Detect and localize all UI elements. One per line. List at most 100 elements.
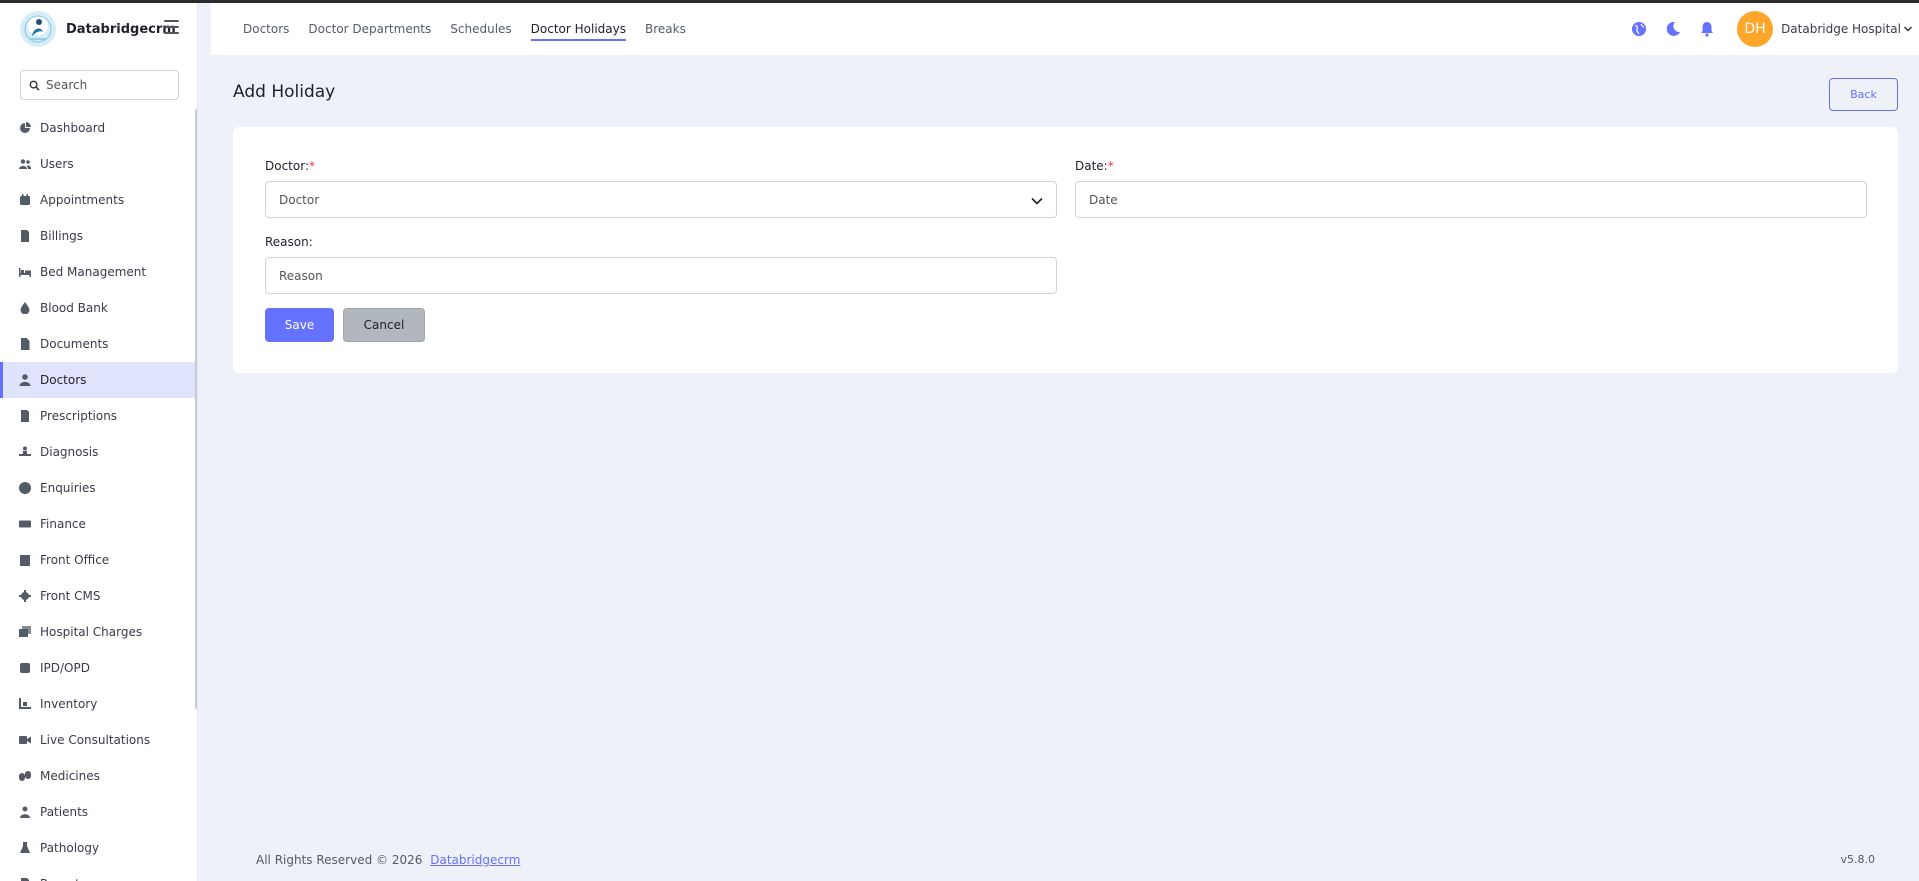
blood-drop-icon [19, 302, 31, 314]
sidebar-item-label: Diagnosis [40, 445, 99, 459]
moon-icon[interactable] [1665, 21, 1681, 37]
sidebar-item-live-consultations[interactable]: Live Consultations [0, 722, 196, 758]
tab-doctor-departments[interactable]: Doctor Departments [308, 3, 431, 55]
globe-icon[interactable] [1631, 21, 1647, 37]
sidebar-item-label: Enquiries [40, 481, 96, 495]
required-mark: * [309, 159, 315, 173]
sidebar-item-diagnosis[interactable]: Diagnosis [0, 434, 196, 470]
tab-breaks[interactable]: Breaks [645, 3, 686, 55]
inventory-icon [19, 698, 31, 710]
sidebar-item-documents[interactable]: Documents [0, 326, 196, 362]
required-mark: * [1107, 159, 1114, 173]
medicine-icon [19, 770, 31, 782]
sidebar-item-label: Users [40, 157, 74, 171]
doctor-select-value: Doctor [279, 192, 320, 207]
sidebar-item-doctors[interactable]: Doctors [0, 362, 196, 398]
dashboard-icon [19, 122, 31, 134]
sidebar-item-label: Billings [40, 229, 84, 243]
sidebar-menu: Dashboard Users Appointments Billings Bed Ma… [0, 110, 196, 881]
footer-link[interactable]: Databridgecrm [430, 853, 520, 867]
sidebar-item-label: Inventory [40, 697, 98, 711]
money-icon [19, 518, 31, 530]
page-title: Add Holiday [233, 82, 336, 102]
sidebar-item-label: Front Office [40, 553, 110, 567]
reason-field[interactable] [265, 257, 1057, 294]
copyright-text: All Rights Reserved © 2026 [256, 853, 423, 867]
doctor-icon [19, 374, 31, 386]
back-button[interactable]: Back [1829, 78, 1898, 111]
search-icon [29, 80, 40, 91]
top-header: Doctors Doctor Departments Schedules Doctor… [211, 3, 1919, 55]
appointments-icon [19, 194, 31, 206]
sidebar-item-blood-bank[interactable]: Blood Bank [0, 290, 196, 326]
tab-doctor-holidays[interactable]: Doctor Holidays [530, 3, 627, 55]
version-label: v5.8.0 [1840, 853, 1876, 866]
date-label: Date:* [1075, 159, 1114, 173]
document-icon [19, 338, 31, 350]
date-input[interactable] [1089, 192, 1866, 207]
reason-label: Reason: [265, 235, 313, 249]
diagnosis-icon [19, 446, 31, 458]
sidebar-item-label: Appointments [40, 193, 125, 207]
avatar[interactable]: DH [1737, 11, 1774, 47]
prescription-icon [19, 410, 31, 422]
sidebar-item-dashboard[interactable]: Dashboard [0, 110, 196, 146]
sidebar-item-users[interactable]: Users [0, 146, 196, 182]
tab-schedules[interactable]: Schedules [450, 3, 511, 55]
sidebar-item-label: Doctors [40, 373, 87, 387]
sidebar-item-patients[interactable]: Patients [0, 794, 196, 830]
brand: Databridgecrm [0, 3, 197, 55]
sidebar-item-billings[interactable]: Billings [0, 218, 196, 254]
sidebar-item-hospital-charges[interactable]: Hospital Charges [0, 614, 196, 650]
sidebar-item-bed-management[interactable]: Bed Management [0, 254, 196, 290]
doctor-select[interactable]: Doctor [265, 181, 1057, 218]
sidebar-item-inventory[interactable]: Inventory [0, 686, 196, 722]
user-name[interactable]: Databridge Hospital [1781, 22, 1901, 36]
sidebar-item-label: Pathology [40, 841, 100, 855]
sidebar-item-label: Finance [40, 517, 86, 531]
sidebar-item-label: Prescriptions [40, 409, 118, 423]
ipd-opd-icon [19, 662, 31, 674]
menu-toggle-icon[interactable] [164, 20, 179, 35]
sidebar-item-reports[interactable]: Reports [0, 866, 196, 881]
search-input[interactable] [46, 78, 176, 92]
cancel-button[interactable]: Cancel [343, 308, 425, 342]
sidebar-item-ipd-opd[interactable]: IPD/OPD [0, 650, 196, 686]
sidebar-item-front-cms[interactable]: Front CMS [0, 578, 196, 614]
sidebar-search[interactable] [20, 70, 179, 100]
sidebar-item-enquiries[interactable]: Enquiries [0, 470, 196, 506]
sidebar-item-label: Dashboard [40, 121, 106, 135]
chevron-down-icon[interactable] [1903, 24, 1913, 34]
date-field[interactable] [1075, 181, 1867, 218]
sidebar-item-medicines[interactable]: Medicines [0, 758, 196, 794]
sidebar-item-label: Blood Bank [40, 301, 108, 315]
sidebar-item-label: Medicines [40, 769, 100, 783]
sidebar-scrollbar[interactable] [195, 109, 197, 709]
sidebar-item-label: IPD/OPD [40, 661, 90, 675]
bed-icon [19, 266, 31, 278]
sidebar-item-label: Bed Management [40, 265, 147, 279]
sidebar-item-front-office[interactable]: Front Office [0, 542, 196, 578]
sidebar-item-finance[interactable]: Finance [0, 506, 196, 542]
flask-icon [19, 842, 31, 854]
patient-icon [19, 806, 31, 818]
brand-logo[interactable] [20, 11, 56, 47]
question-icon [19, 482, 31, 494]
video-icon [19, 734, 31, 746]
sidebar-item-appointments[interactable]: Appointments [0, 182, 196, 218]
header-actions: DH Databridge Hospital [1631, 3, 1919, 55]
front-office-icon [19, 554, 31, 566]
sidebar-item-label: Reports [40, 877, 86, 881]
chevron-down-icon [1031, 197, 1043, 205]
sidebar-item-prescriptions[interactable]: Prescriptions [0, 398, 196, 434]
sidebar-item-pathology[interactable]: Pathology [0, 830, 196, 866]
save-button[interactable]: Save [265, 308, 334, 342]
reason-input[interactable] [279, 268, 1056, 283]
users-icon [19, 158, 31, 170]
sidebar-item-label: Live Consultations [40, 733, 151, 747]
footer-copyright: All Rights Reserved © 2026 Databridgecrm [256, 853, 520, 867]
tab-doctors[interactable]: Doctors [243, 3, 289, 55]
header-tabs: Doctors Doctor Departments Schedules Doctor… [243, 3, 705, 55]
bell-icon[interactable] [1699, 21, 1715, 37]
charges-icon [19, 626, 31, 638]
